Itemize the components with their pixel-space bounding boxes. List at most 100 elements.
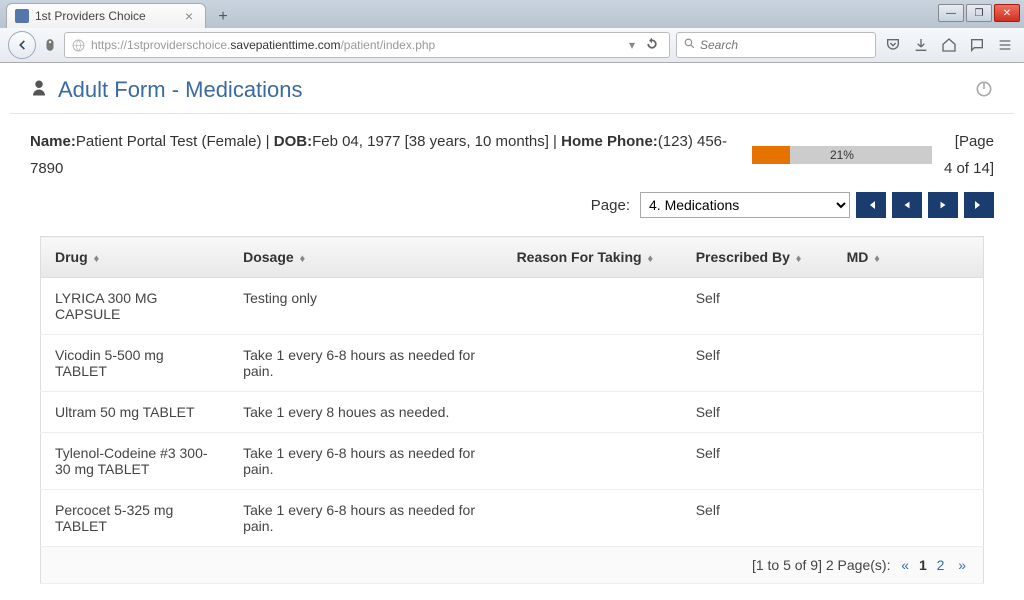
page-title-text: Adult Form - Medications bbox=[58, 77, 303, 103]
cell-drug: Percocet 5-325 mg TABLET bbox=[41, 490, 230, 547]
cell-drug: Ultram 50 mg TABLET bbox=[41, 392, 230, 433]
cell-dosage: Take 1 every 6-8 hours as needed for pai… bbox=[229, 490, 502, 547]
site-identity-icon[interactable] bbox=[42, 34, 58, 56]
cell-drug: LYRICA 300 MG CAPSULE bbox=[41, 278, 230, 335]
menu-icon[interactable] bbox=[994, 34, 1016, 56]
window-minimize-button[interactable]: — bbox=[938, 4, 964, 22]
th-dosage[interactable]: Dosage ♦ bbox=[229, 237, 502, 278]
reload-icon[interactable] bbox=[641, 37, 663, 54]
cell-dosage: Testing only bbox=[229, 278, 502, 335]
page-nav: Page: 4. Medications bbox=[10, 188, 1014, 236]
cell-dosage: Take 1 every 8 houes as needed. bbox=[229, 392, 502, 433]
window-maximize-button[interactable]: ❐ bbox=[966, 4, 992, 22]
sort-icon: ♦ bbox=[796, 253, 802, 265]
page-nav-label: Page: bbox=[591, 197, 630, 214]
url-bar[interactable]: https://1stproviderschoice.savepatientti… bbox=[64, 32, 670, 58]
search-icon bbox=[683, 37, 696, 53]
cell-reason bbox=[503, 490, 682, 547]
cell-prescribed: Self bbox=[682, 278, 833, 335]
cell-prescribed: Self bbox=[682, 392, 833, 433]
patient-info-bar: Name:Patient Portal Test (Female) | DOB:… bbox=[10, 114, 1014, 188]
pager-page-1: 1 bbox=[916, 557, 930, 573]
window-close-button[interactable]: ✕ bbox=[994, 4, 1020, 22]
table-row: LYRICA 300 MG CAPSULE Testing only Self bbox=[41, 278, 984, 335]
logout-icon[interactable] bbox=[974, 79, 994, 102]
search-bar[interactable] bbox=[676, 32, 876, 58]
page-header: Adult Form - Medications bbox=[10, 63, 1014, 114]
cell-dosage: Take 1 every 6-8 hours as needed for pai… bbox=[229, 433, 502, 490]
tab-bar: 1st Providers Choice × + — ❐ ✕ bbox=[0, 0, 1024, 28]
table-row: Vicodin 5-500 mg TABLET Take 1 every 6-8… bbox=[41, 335, 984, 392]
progress-block: 21% [Page 4 of 14] bbox=[752, 128, 994, 182]
progress-percent: 21% bbox=[752, 146, 932, 164]
url-dropdown-icon[interactable]: ▾ bbox=[623, 38, 641, 52]
page-content: Adult Form - Medications Name:Patient Po… bbox=[0, 63, 1024, 584]
browser-tab[interactable]: 1st Providers Choice × bbox=[6, 3, 206, 28]
dob-value: Feb 04, 1977 [38 years, 10 months] bbox=[312, 133, 549, 150]
tab-close-icon[interactable]: × bbox=[181, 8, 197, 24]
nav-last-button[interactable] bbox=[964, 192, 994, 218]
page-title: Adult Form - Medications bbox=[30, 77, 303, 103]
tab-title: 1st Providers Choice bbox=[35, 9, 146, 23]
cell-md bbox=[833, 490, 984, 547]
download-icon[interactable] bbox=[910, 34, 932, 56]
progress-bar: 21% bbox=[752, 146, 932, 164]
pager-first[interactable]: « bbox=[898, 557, 912, 573]
cell-reason bbox=[503, 278, 682, 335]
cell-drug: Tylenol-Codeine #3 300-30 mg TABLET bbox=[41, 433, 230, 490]
cell-reason bbox=[503, 433, 682, 490]
url-text: https://1stproviderschoice.savepatientti… bbox=[91, 38, 623, 52]
window-controls: — ❐ ✕ bbox=[938, 4, 1020, 22]
cell-prescribed: Self bbox=[682, 490, 833, 547]
cell-drug: Vicodin 5-500 mg TABLET bbox=[41, 335, 230, 392]
table-header-row: Drug ♦ Dosage ♦ Reason For Taking ♦ Pres… bbox=[41, 237, 984, 278]
new-tab-button[interactable]: + bbox=[210, 6, 236, 28]
pager-last[interactable]: » bbox=[955, 557, 969, 573]
table-footer-row: [1 to 5 of 9] 2 Page(s): « 1 2 » bbox=[41, 547, 984, 584]
pager-page-2[interactable]: 2 bbox=[934, 557, 948, 573]
cell-prescribed: Self bbox=[682, 335, 833, 392]
browser-chrome: 1st Providers Choice × + — ❐ ✕ https://1… bbox=[0, 0, 1024, 63]
th-reason[interactable]: Reason For Taking ♦ bbox=[503, 237, 682, 278]
nav-next-button[interactable] bbox=[928, 192, 958, 218]
cell-dosage: Take 1 every 6-8 hours as needed for pai… bbox=[229, 335, 502, 392]
chat-icon[interactable] bbox=[966, 34, 988, 56]
nav-bar: https://1stproviderschoice.savepatientti… bbox=[0, 28, 1024, 62]
sort-icon: ♦ bbox=[94, 253, 100, 265]
table-row: Percocet 5-325 mg TABLET Take 1 every 6-… bbox=[41, 490, 984, 547]
cell-md bbox=[833, 433, 984, 490]
back-button[interactable] bbox=[8, 31, 36, 59]
sort-icon: ♦ bbox=[874, 253, 880, 265]
page-select[interactable]: 4. Medications bbox=[640, 192, 850, 218]
th-drug[interactable]: Drug ♦ bbox=[41, 237, 230, 278]
th-prescribed[interactable]: Prescribed By ♦ bbox=[682, 237, 833, 278]
th-md[interactable]: MD ♦ bbox=[833, 237, 984, 278]
nav-prev-button[interactable] bbox=[892, 192, 922, 218]
medications-table: Drug ♦ Dosage ♦ Reason For Taking ♦ Pres… bbox=[40, 236, 984, 584]
cell-reason bbox=[503, 392, 682, 433]
search-input[interactable] bbox=[700, 38, 869, 52]
page-indicator: [Page 4 of 14] bbox=[944, 128, 994, 182]
home-icon[interactable] bbox=[938, 34, 960, 56]
globe-icon bbox=[71, 38, 85, 52]
cell-md bbox=[833, 278, 984, 335]
name-value: Patient Portal Test (Female) bbox=[76, 133, 262, 150]
name-label: Name: bbox=[30, 133, 76, 150]
cell-reason bbox=[503, 335, 682, 392]
sort-icon: ♦ bbox=[647, 253, 653, 265]
dob-label: DOB: bbox=[274, 133, 312, 150]
patient-info: Name:Patient Portal Test (Female) | DOB:… bbox=[30, 128, 732, 182]
cell-prescribed: Self bbox=[682, 433, 833, 490]
table-wrap: Drug ♦ Dosage ♦ Reason For Taking ♦ Pres… bbox=[10, 236, 1014, 584]
nav-first-button[interactable] bbox=[856, 192, 886, 218]
pocket-icon[interactable] bbox=[882, 34, 904, 56]
table-row: Ultram 50 mg TABLET Take 1 every 8 houes… bbox=[41, 392, 984, 433]
sort-icon: ♦ bbox=[300, 253, 306, 265]
favicon-icon bbox=[15, 9, 29, 23]
cell-md bbox=[833, 335, 984, 392]
pager-range: [1 to 5 of 9] 2 Page(s): bbox=[752, 557, 891, 573]
user-icon bbox=[30, 77, 48, 103]
table-row: Tylenol-Codeine #3 300-30 mg TABLET Take… bbox=[41, 433, 984, 490]
phone-label: Home Phone: bbox=[561, 133, 658, 150]
pager: [1 to 5 of 9] 2 Page(s): « 1 2 » bbox=[41, 547, 984, 584]
